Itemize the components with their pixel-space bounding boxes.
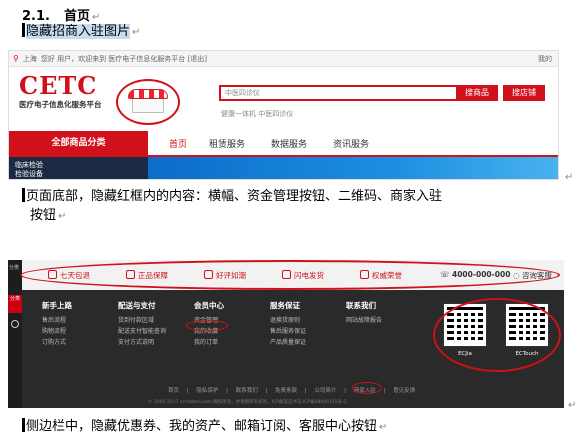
footer-col-guarantee: 服务保证 退换货原则 售后服务保证 产品质量保证	[270, 301, 307, 346]
paragraph-mark: ↵	[92, 12, 101, 23]
hero-banner	[148, 157, 558, 179]
nav-item-data[interactable]: 数据服务	[271, 137, 307, 150]
search-shops-button[interactable]: 搜店铺	[503, 85, 545, 101]
footer-col-newbie: 新手上路 售后流程 购物流程 订购方式	[42, 301, 72, 346]
hot-keywords[interactable]: 健康一体机 中医四诊仪	[221, 109, 293, 119]
note-hide-sidebar-buttons: 侧边栏中，隐藏优惠券、我的资产、邮箱订阅、客服中心按钮 ↵	[22, 418, 387, 437]
merchant-banner-highlight	[116, 79, 180, 125]
homepage-header-screenshot: ⚲ 上海 您好 用户，欢迎来到 医疗电子信息化服务平台 [退出] 我的 CETC…	[8, 50, 559, 180]
document-page: 2.1. 首页 ↵ 隐藏招商入驻图片 ↵ ⚲ 上海 您好 用户，欢迎来到 医疗电子信息…	[0, 0, 586, 447]
all-categories-button[interactable]: 全部商品分类	[9, 131, 148, 155]
note-hide-footer: 页面底部，隐藏红框内的内容：横幅、资金管理按钮、二维码、商家入驻	[22, 188, 442, 206]
note-hide-footer-cont: 按钮 ↵	[30, 208, 67, 223]
highlight-ring-qr	[433, 298, 561, 372]
top-bar: ⚲ 上海 您好 用户，欢迎来到 医疗电子信息化服务平台 [退出] 我的	[9, 51, 558, 67]
nav-item-home[interactable]: 首页	[169, 137, 187, 150]
site-logo: CETC 医疗电子信息化服务平台	[19, 71, 102, 110]
copyright: © 2005-2017 ecmoban.com 版权所有，并保留所有权利。ICP…	[148, 400, 347, 405]
footer-screenshot: 分类 分类 七天包退 正品保障 好评如潮 闪电发货 权威荣誉 ☏ 4000-00…	[8, 260, 564, 408]
section-heading: 2.1. 首页 ↵	[22, 5, 100, 24]
note-hide-banner-image: 隐藏招商入驻图片 ↵	[22, 23, 140, 42]
location-pin-icon: ⚲	[13, 54, 19, 63]
heading-number: 2.1.	[22, 9, 50, 24]
storefront-icon	[128, 89, 168, 115]
search-input[interactable]: 中医四诊仪	[219, 85, 464, 101]
highlight-ring-fund	[186, 320, 228, 331]
list-bullet	[22, 188, 25, 202]
search-products-button[interactable]: 搜商品	[456, 85, 498, 101]
heading-title: 首页	[64, 9, 91, 24]
footer-col-delivery: 配送与支付 货到付款区域 配送支付智能查询 支付方式说明	[118, 301, 167, 346]
sidebar-category-button[interactable]: 分类	[8, 295, 22, 313]
highlight-ring-merchant	[352, 382, 382, 394]
left-sidebar: 分类 分类	[8, 260, 22, 408]
category-sidebar: 临床检验 检验设备	[9, 157, 148, 179]
main-nav: 全部商品分类 首页 租赁服务 数据服务 资讯服务	[9, 131, 558, 157]
list-bullet	[22, 23, 25, 37]
nav-item-rental[interactable]: 租赁服务	[209, 137, 245, 150]
list-bullet	[22, 418, 25, 432]
note-text: 隐藏招商入驻图片	[26, 24, 131, 39]
nav-item-news[interactable]: 资讯服务	[333, 137, 369, 150]
sidebar-icon[interactable]	[11, 320, 19, 328]
category-item[interactable]: 检验设备	[15, 170, 142, 179]
highlight-ring-banner	[20, 260, 560, 290]
category-item[interactable]: 临床检验	[15, 161, 142, 170]
footer-col-contact: 联系我们 网站故障报告	[346, 301, 383, 324]
